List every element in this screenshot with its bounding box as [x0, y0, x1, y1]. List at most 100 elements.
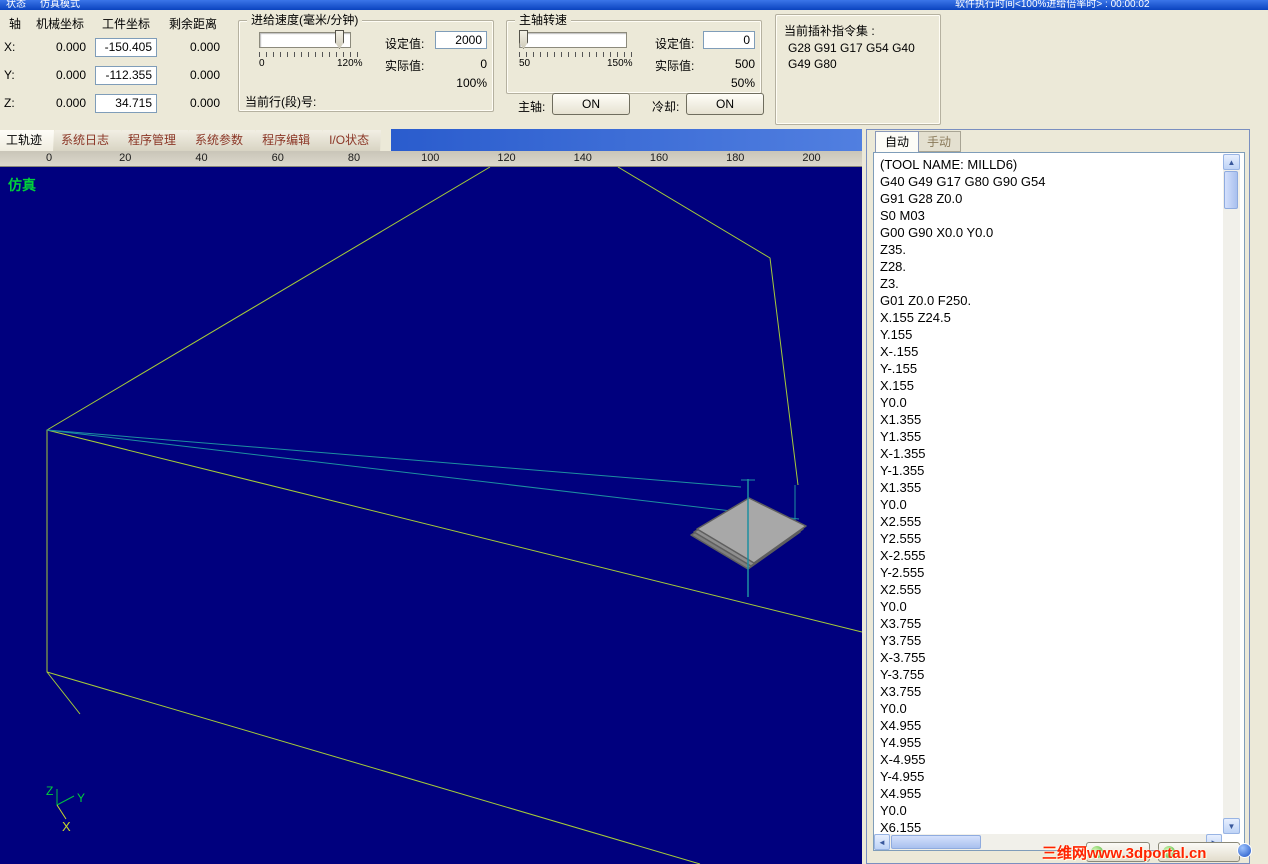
gcode-line[interactable]: X4.955	[880, 785, 1242, 802]
remaining-value: 0.000	[189, 68, 220, 82]
gcode-line[interactable]: G40 G49 G17 G80 G90 G54	[880, 173, 1242, 190]
coordinate-row-y: Y: 0.000 -112.355 0.000	[2, 61, 228, 89]
gcode-line[interactable]: Y-3.755	[880, 666, 1242, 683]
tab-program-management[interactable]: 程序管理	[112, 130, 188, 151]
gcode-line[interactable]: G91 G28 Z0.0	[880, 190, 1242, 207]
remaining-value: 0.000	[189, 96, 220, 110]
gcode-line[interactable]: Y2.555	[880, 530, 1242, 547]
axis-triad: Z Y X	[46, 784, 85, 834]
gcode-line[interactable]: X2.555	[880, 581, 1242, 598]
tab-system-log[interactable]: 系统日志	[45, 130, 121, 151]
active-gcodes-title: 当前插补指令集 :	[784, 24, 875, 38]
gcode-line[interactable]: Z3.	[880, 275, 1242, 292]
viewport-3d[interactable]: 仿真 Z Y X	[0, 167, 862, 864]
vertical-scroll-thumb[interactable]	[1224, 171, 1238, 209]
spindle-slider-max: 150%	[607, 58, 633, 69]
gcode-line[interactable]: Y4.955	[880, 734, 1242, 751]
gcode-line[interactable]: Y0.0	[880, 598, 1242, 615]
titlebar: 状态 仿真模式 软件执行时间<100%进给倍率时> : 00:00:02	[0, 0, 1268, 10]
gcode-line[interactable]: X3.755	[880, 683, 1242, 700]
ruler-label: 160	[649, 152, 669, 164]
spindle-on-button[interactable]: ON	[552, 93, 630, 115]
gcode-line[interactable]: Y1.355	[880, 428, 1242, 445]
tab-program-edit[interactable]: 程序编辑	[246, 130, 322, 151]
gcode-line[interactable]: X1.355	[880, 411, 1242, 428]
gcode-line[interactable]: (TOOL NAME: MILLD6)	[880, 156, 1242, 173]
gcode-line[interactable]: G00 G90 X0.0 Y0.0	[880, 224, 1242, 241]
gcode-line[interactable]: X-1.355	[880, 445, 1242, 462]
gcode-line[interactable]: X-4.955	[880, 751, 1242, 768]
tab-io-status[interactable]: I/O状态	[313, 130, 381, 151]
gcode-list[interactable]: (TOOL NAME: MILLD6) G40 G49 G17 G80 G90 G…	[873, 152, 1245, 851]
axis-label: Y:	[4, 68, 15, 82]
gcode-line[interactable]: X.155 Z24.5	[880, 309, 1242, 326]
gcode-line[interactable]: Y-2.555	[880, 564, 1242, 581]
gcode-line[interactable]: Z28.	[880, 258, 1242, 275]
gcode-line[interactable]: Y0.0	[880, 394, 1242, 411]
spindle-override-slider[interactable]	[519, 32, 627, 48]
tab-manual[interactable]: 手动	[917, 131, 962, 152]
gcode-line[interactable]: X.155	[880, 377, 1242, 394]
ruler-label: 100	[421, 152, 440, 164]
spindle-set-label: 设定值:	[655, 37, 695, 51]
active-gcodes-line1: G28 G91 G17 G54 G40	[788, 41, 915, 55]
scroll-down-icon[interactable]: ▼	[1223, 818, 1240, 834]
feed-slider-ticks	[259, 52, 360, 57]
axis-y-label: Y	[77, 791, 85, 805]
gcode-line[interactable]: Y.155	[880, 326, 1242, 343]
axis-z-label: Z	[46, 784, 53, 798]
tab-auto[interactable]: 自动	[875, 131, 920, 152]
work-coord-value: -112.355	[95, 65, 157, 85]
coordinate-row-x: X: 0.000 -150.405 0.000	[2, 33, 228, 61]
toolpath-lines	[46, 429, 800, 529]
gcode-line[interactable]: Y0.0	[880, 802, 1242, 819]
gcode-line[interactable]: X1.355	[880, 479, 1242, 496]
feed-rate-panel: 进给速度(毫米/分钟) 0 120% 设定值: 2000 实际值: 0 100%…	[238, 13, 494, 112]
gcode-line[interactable]: Y0.0	[880, 700, 1242, 717]
gcode-line[interactable]: X2.555	[880, 513, 1242, 530]
coordinate-row-z: Z: 0.000 34.715 0.000	[2, 89, 228, 117]
spindle-override-percent: 50%	[730, 76, 755, 90]
gcode-line[interactable]: X-.155	[880, 343, 1242, 360]
ruler-label: 200	[802, 152, 821, 164]
ruler-label: 120	[497, 152, 516, 164]
coordinate-headers: 轴 机械坐标 工件坐标 剩余距离	[2, 13, 228, 33]
scroll-left-icon[interactable]: ◄	[874, 834, 890, 850]
gcode-line[interactable]: S0 M03	[880, 207, 1242, 224]
gcode-line[interactable]: Y-1.355	[880, 462, 1242, 479]
spindle-set-value[interactable]: 0	[703, 31, 755, 49]
vertical-scrollbar[interactable]: ▲ ▼	[1223, 154, 1240, 834]
ruler-label: 140	[573, 152, 592, 164]
gcode-line[interactable]: X3.755	[880, 615, 1242, 632]
simulation-mode-label: 仿真	[8, 177, 36, 193]
horizontal-scroll-thumb[interactable]	[891, 835, 981, 849]
coordinate-panel: 轴 机械坐标 工件坐标 剩余距离 X: 0.000 -150.405 0.000…	[2, 13, 228, 117]
gcode-line[interactable]: Y-4.955	[880, 768, 1242, 785]
coolant-onoff-label: 冷却:	[652, 100, 680, 114]
scroll-up-icon[interactable]: ▲	[1223, 154, 1240, 170]
gcode-line[interactable]: Y-.155	[880, 360, 1242, 377]
feed-set-label: 设定值:	[385, 37, 425, 51]
machine-coord-value: 0.000	[55, 96, 86, 110]
gcode-line[interactable]: X4.955	[880, 717, 1242, 734]
axis-label: X:	[4, 40, 16, 54]
spindle-slider-min: 50	[519, 58, 531, 69]
ruler-label: 20	[119, 152, 132, 164]
feed-actual-label: 实际值:	[385, 59, 425, 73]
tab-machining-trajectory[interactable]: 工轨迹	[0, 130, 54, 151]
feed-set-value[interactable]: 2000	[435, 31, 487, 49]
gcode-line[interactable]: Y0.0	[880, 496, 1242, 513]
machine-coord-value: 0.000	[55, 40, 86, 54]
gcode-line[interactable]: X-2.555	[880, 547, 1242, 564]
work-coord-value: -150.405	[95, 37, 157, 57]
titlebar-status: 状态	[6, 0, 26, 10]
viewport-canvas: Z Y X	[46, 167, 862, 864]
gcode-line[interactable]: X-3.755	[880, 649, 1242, 666]
gcode-line[interactable]: Y3.755	[880, 632, 1242, 649]
work-coord-value: 34.715	[95, 93, 157, 113]
gcode-line[interactable]: G01 Z0.0 F250.	[880, 292, 1242, 309]
tab-system-parameters[interactable]: 系统参数	[179, 130, 255, 151]
spindle-panel: 主轴转速 50 150% 设定值: 0 实际值: 500 50%	[506, 13, 762, 94]
coolant-on-button[interactable]: ON	[686, 93, 764, 115]
gcode-line[interactable]: Z35.	[880, 241, 1242, 258]
